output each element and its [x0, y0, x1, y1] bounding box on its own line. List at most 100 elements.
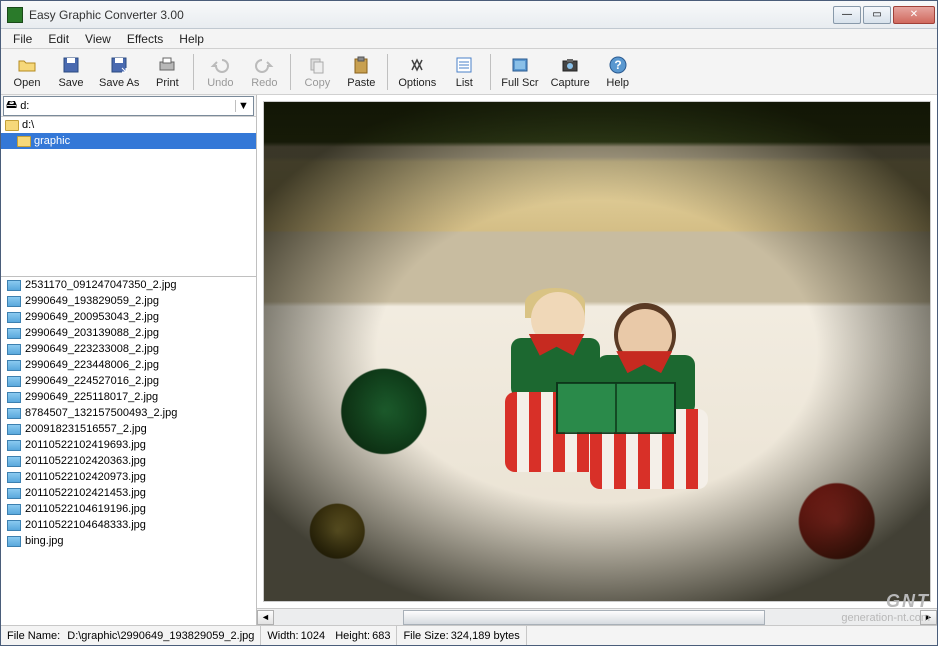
file-item[interactable]: 2990649_200953043_2.jpg	[1, 309, 256, 325]
image-file-icon	[7, 360, 21, 371]
status-height-value: 683	[372, 630, 390, 642]
file-item[interactable]: 8784507_132157500493_2.jpg	[1, 405, 256, 421]
image-file-icon	[7, 424, 21, 435]
horizontal-scrollbar[interactable]: ◄ ►	[257, 608, 937, 625]
list-label: List	[456, 77, 473, 89]
file-item[interactable]: 20110522102420363.jpg	[1, 453, 256, 469]
status-filename-label: File Name:	[7, 630, 60, 642]
file-item[interactable]: 20110522102420973.jpg	[1, 469, 256, 485]
file-list[interactable]: 2531170_091247047350_2.jpg 2990649_193829…	[1, 277, 256, 625]
capture-label: Capture	[551, 77, 590, 89]
menu-file[interactable]: File	[5, 30, 40, 48]
file-item[interactable]: bing.jpg	[1, 533, 256, 549]
capture-button[interactable]: Capture	[545, 53, 596, 91]
file-item[interactable]: 20110522104619196.jpg	[1, 501, 256, 517]
image-file-icon	[7, 440, 21, 451]
maximize-button[interactable]: ▭	[863, 6, 891, 24]
scroll-thumb[interactable]	[403, 610, 765, 625]
file-name: 20110522104619196.jpg	[25, 503, 146, 515]
status-filename-value: D:\graphic\2990649_193829059_2.jpg	[67, 630, 254, 642]
statusbar: File Name: D:\graphic\2990649_193829059_…	[1, 625, 937, 645]
file-item[interactable]: 2990649_225118017_2.jpg	[1, 389, 256, 405]
folder-icon	[5, 120, 19, 131]
image-file-icon	[7, 536, 21, 547]
list-button[interactable]: List	[442, 53, 486, 91]
file-item[interactable]: 2990649_193829059_2.jpg	[1, 293, 256, 309]
copy-button[interactable]: Copy	[295, 53, 339, 91]
menu-effects[interactable]: Effects	[119, 30, 171, 48]
file-name: 2990649_224527016_2.jpg	[25, 375, 159, 387]
drive-row: 🖴 d: ▼	[1, 95, 256, 117]
file-name: 2990649_225118017_2.jpg	[25, 391, 158, 403]
minimize-button[interactable]: —	[833, 6, 861, 24]
paste-label: Paste	[347, 77, 375, 89]
image-file-icon	[7, 472, 21, 483]
menu-edit[interactable]: Edit	[40, 30, 77, 48]
paste-button[interactable]: Paste	[339, 53, 383, 91]
file-item[interactable]: 2990649_223233008_2.jpg	[1, 341, 256, 357]
image-file-icon	[7, 392, 21, 403]
redo-icon	[254, 55, 274, 75]
help-button[interactable]: ?Help	[596, 53, 640, 91]
preview-area[interactable]	[257, 95, 937, 608]
undo-button[interactable]: Undo	[198, 53, 242, 91]
file-item[interactable]: 2531170_091247047350_2.jpg	[1, 277, 256, 293]
redo-button[interactable]: Redo	[242, 53, 286, 91]
window-title: Easy Graphic Converter 3.00	[29, 8, 833, 22]
file-item[interactable]: 200918231516557_2.jpg	[1, 421, 256, 437]
file-name: 2531170_091247047350_2.jpg	[25, 279, 177, 291]
print-icon	[157, 55, 177, 75]
save-label: Save	[58, 77, 83, 89]
fullscreen-button[interactable]: Full Scr	[495, 53, 544, 91]
status-dimensions: Width:1024 Height:683	[261, 626, 397, 645]
scroll-track[interactable]	[274, 610, 920, 625]
file-name: bing.jpg	[25, 535, 64, 547]
preview-panel: ◄ ►	[257, 95, 937, 625]
saveas-button[interactable]: Save As	[93, 53, 145, 91]
file-item[interactable]: 20110522102421453.jpg	[1, 485, 256, 501]
status-filesize: File Size:324,189 bytes	[397, 626, 526, 645]
app-window: Easy Graphic Converter 3.00 — ▭ ✕ File E…	[0, 0, 938, 646]
file-name: 2990649_223448006_2.jpg	[25, 359, 159, 371]
scroll-right-button[interactable]: ►	[920, 610, 937, 625]
paste-icon	[351, 55, 371, 75]
folder-tree[interactable]: d:\ graphic	[1, 117, 256, 277]
file-item[interactable]: 2990649_224527016_2.jpg	[1, 373, 256, 389]
options-button[interactable]: Options	[392, 53, 442, 91]
file-item[interactable]: 2990649_223448006_2.jpg	[1, 357, 256, 373]
toolbar-separator	[490, 54, 491, 90]
save-icon	[61, 55, 81, 75]
menu-view[interactable]: View	[77, 30, 119, 48]
print-button[interactable]: Print	[145, 53, 189, 91]
undo-icon	[210, 55, 230, 75]
options-icon	[407, 55, 427, 75]
titlebar[interactable]: Easy Graphic Converter 3.00 — ▭ ✕	[1, 1, 937, 29]
drive-label: d:	[20, 100, 29, 112]
tree-root[interactable]: d:\	[1, 117, 256, 133]
image-file-icon	[7, 280, 21, 291]
file-item[interactable]: 20110522102419693.jpg	[1, 437, 256, 453]
save-button[interactable]: Save	[49, 53, 93, 91]
tree-folder-label: graphic	[34, 135, 70, 147]
image-file-icon	[7, 296, 21, 307]
close-button[interactable]: ✕	[893, 6, 935, 24]
drive-icon: 🖴	[6, 96, 17, 115]
menu-help[interactable]: Help	[171, 30, 212, 48]
chevron-down-icon: ▼	[235, 100, 251, 112]
tree-folder-selected[interactable]: graphic	[1, 133, 256, 149]
drive-select[interactable]: 🖴 d: ▼	[3, 96, 254, 116]
image-file-icon	[7, 504, 21, 515]
image-subject	[497, 292, 723, 512]
file-item[interactable]: 2990649_203139088_2.jpg	[1, 325, 256, 341]
file-name: 20110522104648333.jpg	[25, 519, 146, 531]
image-file-icon	[7, 520, 21, 531]
help-label: Help	[606, 77, 629, 89]
file-name: 2990649_200953043_2.jpg	[25, 311, 159, 323]
file-item[interactable]: 20110522104648333.jpg	[1, 517, 256, 533]
list-icon	[454, 55, 474, 75]
fullscreen-label: Full Scr	[501, 77, 538, 89]
capture-icon	[560, 55, 580, 75]
open-button[interactable]: Open	[5, 53, 49, 91]
image-file-icon	[7, 328, 21, 339]
scroll-left-button[interactable]: ◄	[257, 610, 274, 625]
